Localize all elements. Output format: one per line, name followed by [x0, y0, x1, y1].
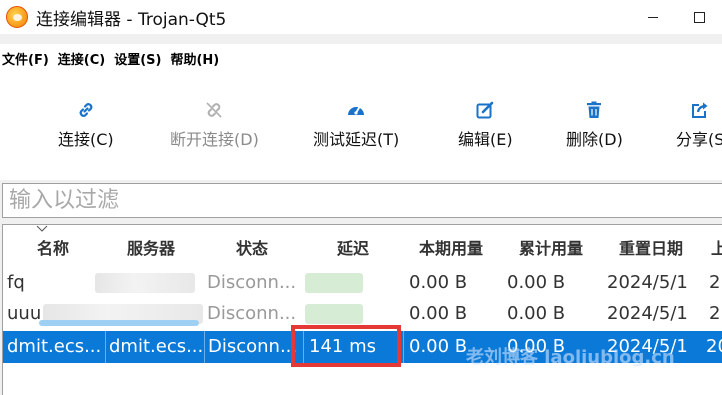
cell-status: Disconn... [207, 272, 297, 293]
filter-input[interactable] [9, 188, 722, 213]
share-button[interactable]: 分享(S [676, 100, 722, 150]
redacted-latency [305, 304, 363, 324]
column-header-period-usage[interactable]: 本期用量 [419, 235, 483, 259]
column-header-extra[interactable]: 上 [711, 235, 722, 259]
menu-connection[interactable]: 连接(C) [56, 49, 112, 68]
window-title: 连接编辑器 - Trojan-Qt5 [36, 9, 227, 30]
menu-help[interactable]: 帮助(H) [168, 49, 226, 68]
column-header-latency[interactable]: 延迟 [337, 235, 369, 259]
cell-extra: 20 [706, 336, 722, 357]
column-header-server[interactable]: 服务器 [127, 235, 175, 259]
trash-icon [587, 101, 602, 118]
cell-status: Disconn... [208, 336, 298, 357]
menu-file[interactable]: 文件(F) [0, 49, 56, 68]
table-row[interactable]: fq Disconn... 0.00 B 0.00 B 2024/5/1 2 [3, 267, 722, 299]
column-header-total-usage[interactable]: 累计用量 [519, 235, 583, 259]
cell-name: dmit.ecs... [7, 336, 102, 357]
cell-total-usage: 0.00 B [507, 303, 566, 324]
filter-box [2, 183, 722, 218]
share-icon [692, 102, 708, 118]
cell-status: Disconn... [207, 303, 297, 324]
redacted-latency [305, 273, 363, 293]
disconnect-button[interactable]: 断开连接(D) [170, 100, 259, 150]
watermark-text: 老刘博客 laoliublog.cn [466, 347, 675, 368]
app-icon [6, 6, 28, 28]
cell-period-usage: 0.00 B [409, 336, 468, 357]
minimize-button[interactable] [630, 0, 676, 34]
connection-table: 名称 服务器 状态 延迟 本期用量 累计用量 重置日期 上 fq Disconn… [2, 224, 722, 395]
share-label: 分享(S [676, 130, 722, 149]
cell-reset-date: 2024/5/1 [607, 272, 688, 293]
menu-bar: 文件(F) 连接(C) 设置(S) 帮助(H) [0, 44, 722, 72]
link-icon [79, 103, 93, 117]
column-separator [204, 331, 205, 363]
delete-label: 删除(D) [566, 130, 623, 149]
delete-button[interactable]: 删除(D) [566, 100, 623, 150]
edit-label: 编辑(E) [458, 130, 513, 149]
cell-name: fq [7, 272, 25, 293]
toolbar: 连接(C) 断开连接(D) 测试延迟(T) 编辑(E) 删除(D) 分享(S [0, 72, 722, 180]
window-controls [630, 0, 722, 34]
connect-button[interactable]: 连接(C) [58, 100, 114, 150]
cell-extra: 2 [709, 272, 721, 293]
cell-total-usage: 0.00 B [507, 272, 566, 293]
cell-extra: 2 [709, 303, 721, 324]
connect-label: 连接(C) [58, 130, 114, 149]
title-bar: 连接编辑器 - Trojan-Qt5 [0, 0, 722, 34]
unlink-icon [206, 102, 222, 118]
sort-ascending-icon [36, 225, 48, 232]
column-header-name[interactable]: 名称 [37, 235, 69, 259]
menu-settings[interactable]: 设置(S) [112, 49, 168, 68]
column-separator [403, 331, 404, 363]
column-header-status[interactable]: 状态 [236, 235, 268, 259]
column-separator [105, 331, 106, 363]
maximize-button[interactable] [676, 0, 722, 34]
latency-highlight-box [291, 325, 401, 367]
redacted-server [95, 273, 195, 293]
edit-icon [476, 101, 494, 119]
cell-period-usage: 0.00 B [409, 272, 468, 293]
test-latency-label: 测试延迟(T) [313, 130, 400, 149]
edit-button[interactable]: 编辑(E) [458, 100, 513, 150]
cell-reset-date: 2024/5/1 [607, 303, 688, 324]
test-latency-button[interactable]: 测试延迟(T) [313, 100, 399, 150]
table-header: 名称 服务器 状态 延迟 本期用量 累计用量 重置日期 上 [3, 225, 722, 265]
cell-name: uuu [7, 303, 42, 324]
redacted-highlight [39, 320, 199, 326]
cell-period-usage: 0.00 B [409, 303, 468, 324]
cell-server: dmit.ecs... [109, 336, 204, 357]
column-header-reset-date[interactable]: 重置日期 [619, 235, 683, 259]
speedometer-icon [348, 106, 365, 115]
disconnect-label: 断开连接(D) [170, 130, 259, 149]
